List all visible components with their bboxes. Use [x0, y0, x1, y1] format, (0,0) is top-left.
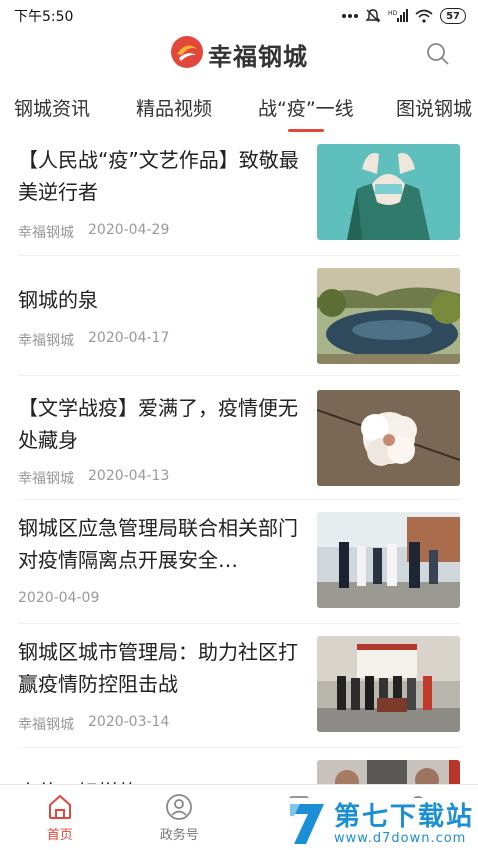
article-source: 幸福钢城 [18, 225, 74, 241]
article-date: 2020-04-13 [88, 468, 170, 484]
article-title[interactable]: 钢城区城市管理局：助力社区打赢疫情防控阻击战 [18, 636, 306, 700]
signal-icon: HD [388, 9, 409, 23]
mute-icon [365, 8, 381, 24]
category-tabs: 钢城资讯 精品视频 战“疫”一线 图说钢城 [0, 86, 478, 132]
list-item[interactable]: 【文学战疫】爱满了，疫情便无处藏身 幸福钢城 2020-04-13 [18, 376, 460, 500]
article-thumbnail[interactable] [317, 760, 460, 784]
status-time: 下午5:50 [14, 9, 74, 25]
article-meta: 2020-04-09 [18, 590, 99, 606]
article-title[interactable]: 钢城的泉 [18, 284, 306, 316]
search-icon [427, 43, 449, 65]
nav-gov[interactable]: 政务号 [120, 785, 240, 850]
list-item[interactable]: 【人民战“疫”文艺作品】致敬最美逆行者 幸福钢城 2020-04-29 [18, 132, 460, 256]
tab-videos[interactable]: 精品视频 [136, 94, 212, 121]
search-button[interactable] [426, 42, 450, 66]
logo-icon [170, 35, 204, 73]
article-source: 幸福钢城 [18, 717, 74, 733]
article-title[interactable]: 小伙，好样的！ [18, 776, 306, 784]
article-feed[interactable]: 【人民战“疫”文艺作品】致敬最美逆行者 幸福钢城 2020-04-29 钢城的泉… [0, 132, 478, 784]
article-date: 2020-03-14 [88, 714, 170, 730]
article-meta: 幸福钢城 2020-04-29 [18, 222, 169, 242]
article-thumbnail[interactable] [317, 636, 460, 732]
article-title[interactable]: 钢城区应急管理局联合相关部门对疫情隔离点开展安全… [18, 512, 306, 576]
svg-text:HD: HD [388, 10, 398, 17]
list-item[interactable]: 钢城区应急管理局联合相关部门对疫情隔离点开展安全… 2020-04-09 [18, 500, 460, 624]
article-source: 幸福钢城 [18, 471, 74, 487]
nav-home-label: 首页 [46, 828, 73, 843]
article-source: 幸福钢城 [18, 333, 74, 349]
tab-photos[interactable]: 图说钢城 [396, 94, 472, 121]
list-item[interactable]: 钢城区城市管理局：助力社区打赢疫情防控阻击战 幸福钢城 2020-03-14 [18, 624, 460, 748]
article-meta: 幸福钢城 2020-03-14 [18, 714, 169, 734]
wifi-icon [415, 9, 433, 23]
battery-icon: 57 [440, 8, 466, 24]
watermark-text: 第七下载站 www.d7down.com [334, 803, 474, 846]
watermark-url: www.d7down.com [334, 830, 467, 846]
article-title[interactable]: 【文学战疫】爱满了，疫情便无处藏身 [18, 392, 306, 456]
watermark-title: 第七下载站 [334, 801, 475, 832]
dots-icon [342, 13, 359, 19]
gov-icon [166, 794, 193, 820]
list-item[interactable]: 小伙，好样的！ [18, 748, 460, 784]
article-date: 2020-04-29 [88, 222, 170, 238]
nav-gov-label: 政务号 [159, 828, 199, 843]
article-thumbnail[interactable] [317, 144, 460, 240]
article-meta: 幸福钢城 2020-04-13 [18, 468, 169, 488]
list-item[interactable]: 钢城的泉 幸福钢城 2020-04-17 [18, 256, 460, 376]
tab-news[interactable]: 钢城资讯 [14, 94, 90, 121]
status-icons: HD 57 [342, 8, 466, 24]
app-logo: 幸福钢城 [170, 35, 308, 73]
article-title[interactable]: 【人民战“疫”文艺作品】致敬最美逆行者 [18, 144, 306, 208]
article-thumbnail[interactable] [317, 268, 460, 364]
home-icon [48, 794, 71, 819]
article-meta: 幸福钢城 2020-04-17 [18, 330, 169, 350]
app-name: 幸福钢城 [208, 41, 308, 71]
watermark: 第七下载站 www.d7down.com [284, 798, 478, 850]
app-header: 幸福钢城 [0, 32, 478, 76]
article-thumbnail[interactable] [317, 512, 460, 608]
article-thumbnail[interactable] [317, 390, 460, 486]
tab-epidemic[interactable]: 战“疫”一线 [258, 94, 354, 121]
article-date: 2020-04-09 [18, 590, 100, 606]
watermark-logo-icon [290, 804, 324, 844]
nav-home[interactable]: 首页 [0, 785, 120, 850]
article-date: 2020-04-17 [88, 330, 170, 346]
status-bar: 下午5:50 HD 57 [0, 0, 478, 32]
